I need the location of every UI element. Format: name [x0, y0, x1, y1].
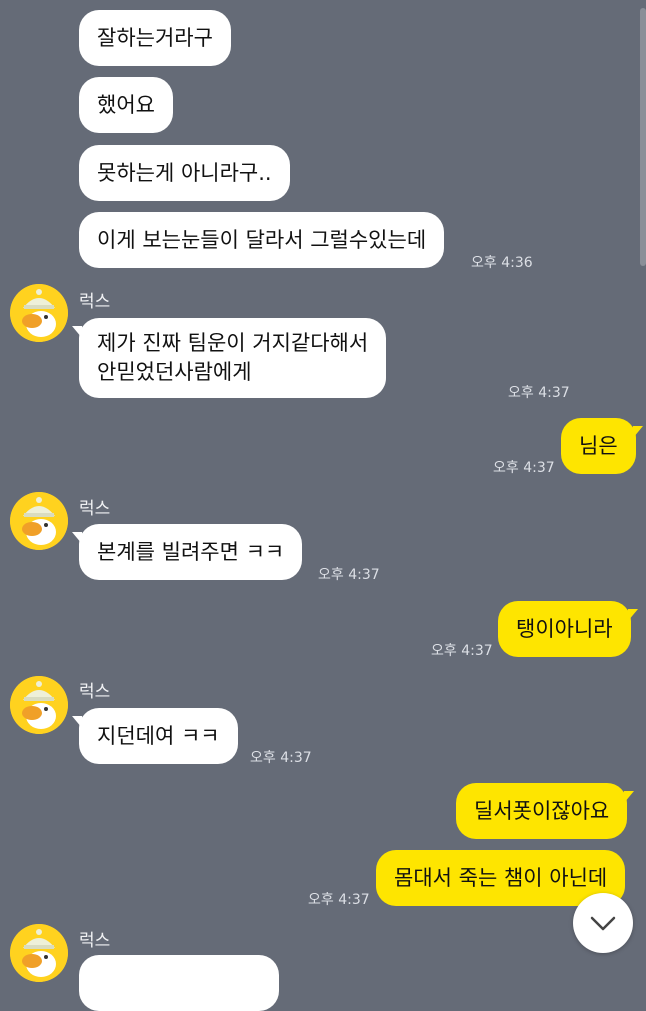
message-text: 탱이아니라: [516, 617, 613, 641]
message-bubble[interactable]: 잘하는거라구: [79, 10, 231, 66]
message-text: 딜서폿이잖아요: [474, 799, 610, 823]
sender-name: 럭스: [79, 292, 111, 312]
message-text: 이게 보는눈들이 달라서 그럴수있는데: [97, 228, 427, 252]
ryan-character-avatar-icon: [10, 924, 68, 982]
message-text: 했어요: [97, 93, 155, 117]
message-bubble[interactable]: 딜서폿이잖아요: [456, 783, 635, 839]
message-text: 못하는게 아니라구..: [97, 161, 272, 185]
sender-avatar[interactable]: [10, 924, 68, 982]
sender-avatar[interactable]: [10, 676, 68, 734]
sender-name: 럭스: [79, 931, 111, 951]
sender-avatar[interactable]: [10, 492, 68, 550]
message-bubble[interactable]: 못하는게 아니라구..: [79, 145, 290, 201]
message-text-line: 안믿었던사람에게: [97, 360, 252, 384]
ryan-character-avatar-icon: [10, 676, 68, 734]
message-timestamp: 오후 4:37: [493, 460, 555, 476]
message-text-line: 제가 진짜 팀운이 거지같다해서: [97, 331, 369, 355]
message-bubble[interactable]: 지던데여 ㅋㅋ: [72, 708, 238, 764]
message-timestamp: 오후 4:37: [318, 567, 380, 583]
message-bubble[interactable]: 탱이아니라: [498, 601, 638, 657]
message-bubble[interactable]: 했어요: [79, 77, 173, 133]
chevron-down-icon: [590, 916, 616, 931]
message-bubble[interactable]: 본계를 빌려주면 ㅋㅋ: [71, 524, 303, 580]
message-bubble[interactable]: 이게 보는눈들이 달라서 그럴수있는데: [79, 212, 445, 268]
ryan-character-avatar-icon: [10, 284, 68, 342]
message-timestamp: 오후 4:36: [471, 255, 533, 271]
scroll-to-bottom-button[interactable]: [573, 893, 633, 953]
sender-name: 럭스: [79, 499, 111, 519]
message-timestamp: 오후 4:37: [308, 892, 370, 908]
sender-avatar[interactable]: [10, 284, 68, 342]
message-timestamp: 오후 4:37: [250, 750, 312, 766]
message-bubble[interactable]: 님은: [561, 418, 643, 474]
message-text: 님은: [579, 434, 618, 458]
scrollbar[interactable]: [640, 8, 646, 266]
message-text: 잘하는거라구: [97, 26, 213, 50]
message-timestamp: 오후 4:37: [508, 385, 570, 401]
message-text: 본계를 빌려주면 ㅋㅋ: [97, 540, 285, 564]
message-bubble[interactable]: 제가 진짜 팀운이 거지같다해서 안믿었던사람에게: [71, 318, 387, 398]
ryan-character-avatar-icon: [10, 492, 68, 550]
message-text: 지던데여 ㅋㅋ: [97, 724, 220, 748]
sender-name: 럭스: [79, 682, 111, 702]
message-timestamp: 오후 4:37: [431, 643, 493, 659]
message-bubble[interactable]: [79, 955, 279, 1011]
message-text: 몸대서 죽는 챔이 아닌데: [394, 866, 608, 890]
